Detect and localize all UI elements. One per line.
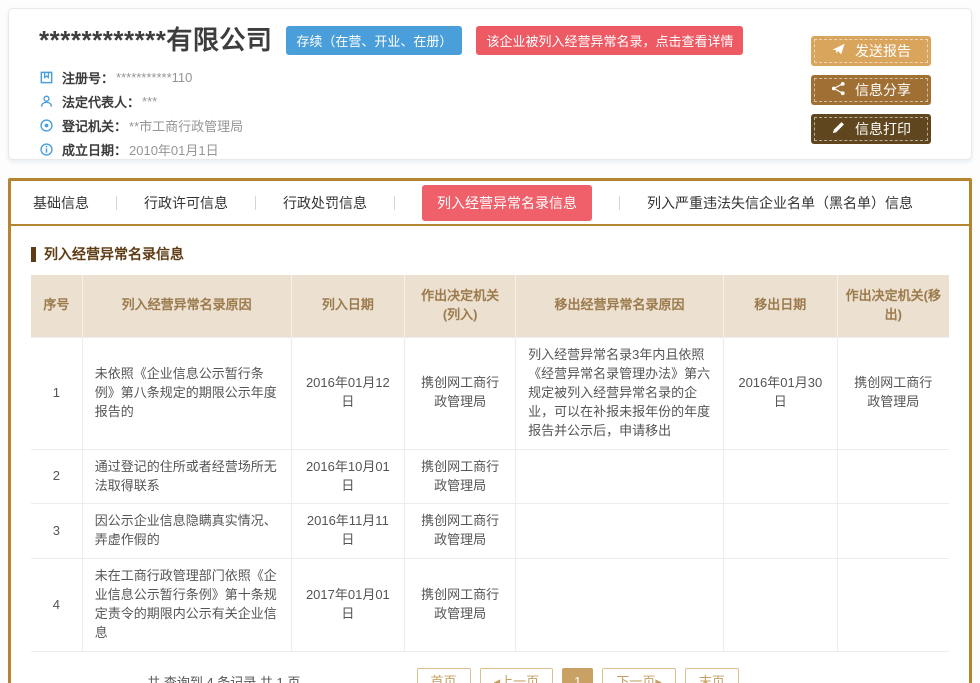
registration-authority-row: 登记机关： **市工商行政管理局 xyxy=(39,113,941,137)
table-header-row: 序号 列入经营异常名录原因 列入日期 作出决定机关(列入) 移出经营异常名录原因… xyxy=(31,275,949,337)
tab-administrative-license[interactable]: 行政许可信息 xyxy=(144,193,228,213)
certificate-icon xyxy=(39,70,54,85)
company-name: ************有限公司 xyxy=(39,25,272,55)
col-header-inclusion-authority: 作出决定机关(列入) xyxy=(405,275,516,337)
cell-inclusion-date: 2017年01月01日 xyxy=(291,559,405,652)
tab-divider xyxy=(116,196,117,210)
establishment-date-label: 成立日期： xyxy=(62,140,127,159)
col-header-removal-reason: 移出经营异常名录原因 xyxy=(516,275,724,337)
cell-index: 4 xyxy=(31,559,82,652)
table-row: 2 通过登记的住所或者经营场所无法取得联系 2016年10月01日 携创网工商行… xyxy=(31,449,949,504)
legal-representative-row: 法定代表人： *** xyxy=(39,89,941,113)
cell-removal-reason xyxy=(516,559,724,652)
cell-inclusion-authority: 携创网工商行政管理局 xyxy=(405,337,516,449)
action-buttons: 发送报告 信息分享 信息打印 xyxy=(811,36,931,153)
registration-authority-label: 登记机关： xyxy=(62,116,127,135)
registration-number-label: 注册号： xyxy=(62,68,114,87)
cell-removal-date: 2016年01月30日 xyxy=(723,337,837,449)
registration-number-value: ***********110 xyxy=(116,70,192,85)
col-header-inclusion-date: 列入日期 xyxy=(291,275,405,337)
registration-number-row: 注册号： ***********110 xyxy=(39,65,941,89)
pencil-icon xyxy=(831,120,846,138)
table-row: 3 因公示企业信息隐瞒真实情况、弄虚作假的 2016年11月11日 携创网工商行… xyxy=(31,504,949,559)
cell-removal-date xyxy=(723,559,837,652)
cell-removal-authority xyxy=(837,449,949,504)
establishment-date-row: 成立日期： 2010年01月1日 xyxy=(39,137,941,161)
cell-inclusion-date: 2016年10月01日 xyxy=(291,449,405,504)
cell-inclusion-reason: 通过登记的住所或者经营场所无法取得联系 xyxy=(82,449,291,504)
cell-removal-date xyxy=(723,449,837,504)
person-icon xyxy=(39,94,54,109)
abnormal-alert-badge[interactable]: 该企业被列入经营异常名录，点击查看详情 xyxy=(476,26,743,55)
share-info-label: 信息分享 xyxy=(855,80,911,100)
send-report-button[interactable]: 发送报告 xyxy=(811,36,931,66)
cell-inclusion-reason: 因公示企业信息隐瞒真实情况、弄虚作假的 xyxy=(82,504,291,559)
establishment-date-value: 2010年01月1日 xyxy=(129,140,219,159)
legal-representative-value: *** xyxy=(142,94,157,109)
col-header-removal-authority: 作出决定机关(移出) xyxy=(837,275,949,337)
cell-removal-reason: 列入经营异常名录3年内且依照《经营异常名录管理办法》第六规定被列入经营异常名录的… xyxy=(516,337,724,449)
print-info-label: 信息打印 xyxy=(855,119,911,139)
cell-inclusion-authority: 携创网工商行政管理局 xyxy=(405,559,516,652)
print-info-button[interactable]: 信息打印 xyxy=(811,114,931,144)
tab-bar: 基础信息 行政许可信息 行政处罚信息 列入经营异常名录信息 列入严重违法失信企业… xyxy=(11,181,969,226)
share-info-button[interactable]: 信息分享 xyxy=(811,75,931,105)
legal-representative-label: 法定代表人： xyxy=(62,92,140,111)
next-page-button[interactable]: 下一页▸ xyxy=(602,668,676,683)
tab-blacklist[interactable]: 列入严重违法失信企业名单（黑名单）信息 xyxy=(647,193,913,213)
cell-inclusion-authority: 携创网工商行政管理局 xyxy=(405,504,516,559)
first-page-button[interactable]: 首页 xyxy=(417,668,471,683)
pager: 首页 ◂上一页 1 下一页▸ 末页 xyxy=(417,668,739,683)
send-report-label: 发送报告 xyxy=(855,41,911,61)
cell-removal-authority xyxy=(837,504,949,559)
tab-divider xyxy=(394,196,395,210)
table-row: 4 未在工商行政管理部门依照《企业信息公示暂行条例》第十条规定责令的期限内公示有… xyxy=(31,559,949,652)
tab-abnormal-operations[interactable]: 列入经营异常名录信息 xyxy=(422,185,592,221)
pagination-row: 共 查询到 4 条记录 共 1 页 首页 ◂上一页 1 下一页▸ 末页 xyxy=(31,666,949,683)
tab-divider xyxy=(619,196,620,210)
cell-index: 3 xyxy=(31,504,82,559)
cell-removal-authority xyxy=(837,559,949,652)
cell-removal-authority: 携创网工商行政管理局 xyxy=(837,337,949,449)
company-info-list: 注册号： ***********110 法定代表人： *** 登记机关： **市… xyxy=(39,65,941,161)
tab-administrative-penalty[interactable]: 行政处罚信息 xyxy=(283,193,367,213)
main-panel: 基础信息 行政许可信息 行政处罚信息 列入经营异常名录信息 列入严重违法失信企业… xyxy=(8,178,972,683)
col-header-index: 序号 xyxy=(31,275,82,337)
section-title: 列入经营异常名录信息 xyxy=(31,247,949,262)
cell-inclusion-date: 2016年11月11日 xyxy=(291,504,405,559)
last-page-button[interactable]: 末页 xyxy=(685,668,739,683)
record-count-summary: 共 查询到 4 条记录 共 1 页 xyxy=(31,672,417,683)
cell-removal-reason xyxy=(516,504,724,559)
cell-inclusion-authority: 携创网工商行政管理局 xyxy=(405,449,516,504)
share-icon xyxy=(831,81,846,99)
status-badge: 存续（在营、开业、在册） xyxy=(286,26,462,55)
company-name-row: ************有限公司 存续（在营、开业、在册） 该企业被列入经营异常… xyxy=(39,25,941,55)
company-header-card: ************有限公司 存续（在营、开业、在册） 该企业被列入经营异常… xyxy=(8,8,972,160)
col-header-removal-date: 移出日期 xyxy=(723,275,837,337)
cell-inclusion-date: 2016年01月12日 xyxy=(291,337,405,449)
cell-index: 2 xyxy=(31,449,82,504)
abnormal-operations-table: 序号 列入经营异常名录原因 列入日期 作出决定机关(列入) 移出经营异常名录原因… xyxy=(31,275,949,652)
current-page-button[interactable]: 1 xyxy=(562,668,593,683)
table-row: 1 未依照《企业信息公示暂行条例》第八条规定的期限公示年度报告的 2016年01… xyxy=(31,337,949,449)
tab-basic-info[interactable]: 基础信息 xyxy=(33,193,89,213)
cell-removal-date xyxy=(723,504,837,559)
cell-index: 1 xyxy=(31,337,82,449)
info-icon xyxy=(39,142,54,157)
prev-page-button[interactable]: ◂上一页 xyxy=(480,668,554,683)
tab-divider xyxy=(255,196,256,210)
panel-content: 列入经营异常名录信息 序号 列入经营异常名录原因 列入日期 作出决定机关(列入)… xyxy=(11,226,969,683)
location-icon xyxy=(39,118,54,133)
cell-inclusion-reason: 未依照《企业信息公示暂行条例》第八条规定的期限公示年度报告的 xyxy=(82,337,291,449)
cell-removal-reason xyxy=(516,449,724,504)
cell-inclusion-reason: 未在工商行政管理部门依照《企业信息公示暂行条例》第十条规定责令的期限内公示有关企… xyxy=(82,559,291,652)
registration-authority-value: **市工商行政管理局 xyxy=(129,116,243,135)
col-header-inclusion-reason: 列入经营异常名录原因 xyxy=(82,275,291,337)
paper-plane-icon xyxy=(831,42,846,60)
